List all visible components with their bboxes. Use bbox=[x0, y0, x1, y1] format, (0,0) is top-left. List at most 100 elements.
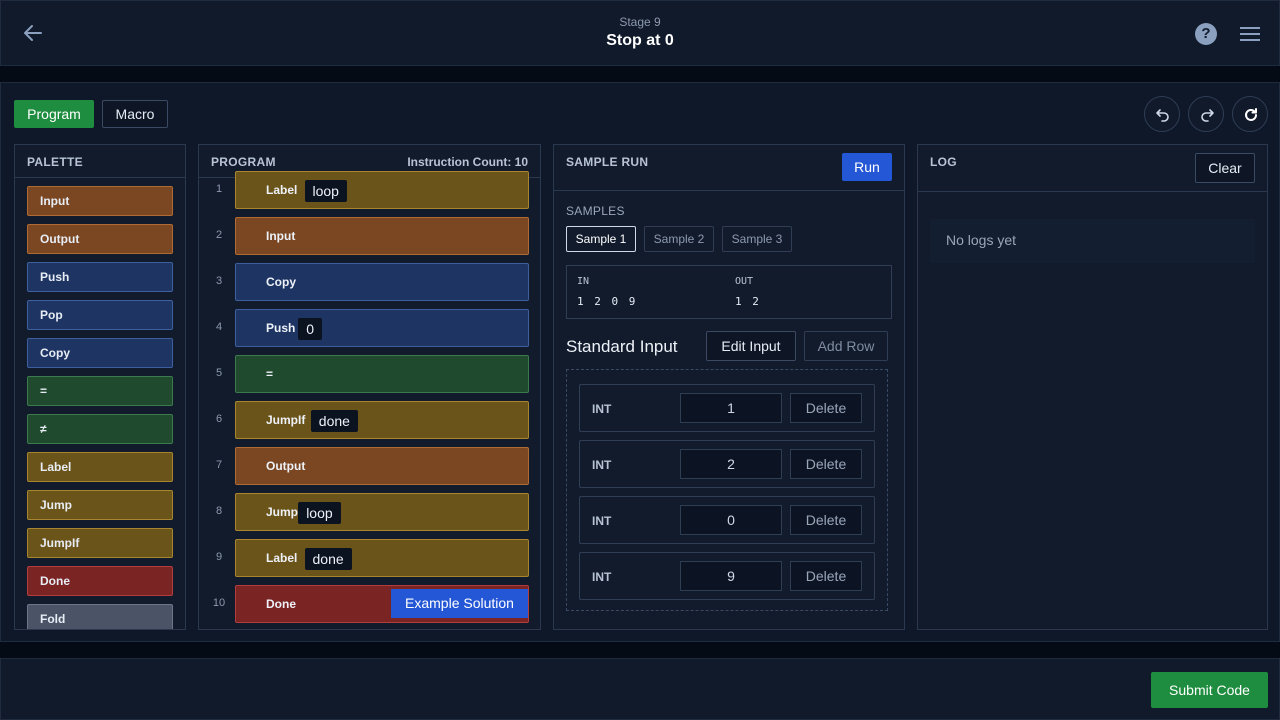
edit-input-button[interactable]: Edit Input bbox=[706, 331, 796, 361]
standard-input-title: Standard Input bbox=[566, 337, 678, 356]
instruction-block[interactable]: Jump loop bbox=[235, 493, 529, 531]
undo-button[interactable] bbox=[1144, 96, 1180, 132]
title-area: Stage 9 Stop at 0 bbox=[1, 15, 1279, 50]
example-solution-button[interactable]: Example Solution bbox=[391, 589, 528, 618]
in-value: 1 2 0 9 bbox=[577, 295, 638, 308]
instruction-block[interactable]: Label done bbox=[235, 539, 529, 577]
instruction-block[interactable]: JumpIf done bbox=[235, 401, 529, 439]
instruction-block[interactable]: Copy bbox=[235, 263, 529, 301]
palette-item[interactable]: Copy bbox=[27, 338, 173, 368]
input-value-field[interactable]: 2 bbox=[680, 449, 782, 479]
tab-sample-1[interactable]: Sample 1 bbox=[566, 226, 636, 252]
clear-log-button[interactable]: Clear bbox=[1195, 153, 1255, 183]
submit-code-button[interactable]: Submit Code bbox=[1151, 672, 1268, 708]
instruction-op: Done bbox=[266, 597, 296, 611]
redo-button[interactable] bbox=[1188, 96, 1224, 132]
input-value-field[interactable]: 1 bbox=[680, 393, 782, 423]
stage-label: Stage 9 bbox=[619, 15, 661, 29]
divider bbox=[918, 191, 1267, 192]
instruction-block[interactable]: Output bbox=[235, 447, 529, 485]
sample-run-title: SAMPLE RUN bbox=[566, 155, 649, 169]
out-value: 1 2 bbox=[735, 295, 761, 308]
instruction-op: Jump bbox=[266, 505, 299, 519]
instruction-block[interactable]: Label loop bbox=[235, 171, 529, 209]
instruction-arg[interactable]: done bbox=[310, 410, 358, 432]
line-number: 7 bbox=[215, 459, 223, 471]
line-number: 8 bbox=[215, 505, 223, 517]
divider bbox=[554, 190, 904, 191]
instruction-count: Instruction Count: 10 bbox=[407, 155, 528, 169]
palette-item[interactable]: Input bbox=[27, 186, 173, 216]
input-row: INT 9 Delete bbox=[579, 552, 875, 600]
delete-row-button[interactable]: Delete bbox=[790, 561, 862, 591]
line-number: 6 bbox=[215, 413, 223, 425]
program-title: PROGRAM bbox=[211, 155, 276, 169]
help-icon[interactable]: ? bbox=[1195, 23, 1217, 45]
palette-item[interactable]: Label bbox=[27, 452, 173, 482]
tab-sample-2[interactable]: Sample 2 bbox=[644, 226, 714, 252]
input-row: INT 1 Delete bbox=[579, 384, 875, 432]
palette-item[interactable]: Done bbox=[27, 566, 173, 596]
log-empty-message: No logs yet bbox=[930, 219, 1255, 263]
palette-item[interactable]: Push bbox=[27, 262, 173, 292]
line-number: 10 bbox=[212, 597, 226, 609]
instruction-op: Output bbox=[266, 459, 306, 473]
out-label: OUT bbox=[735, 276, 754, 287]
palette-item[interactable]: = bbox=[27, 376, 173, 406]
undo-icon bbox=[1156, 109, 1169, 122]
instruction-block[interactable]: = bbox=[235, 355, 529, 393]
workspace: Program Macro PALETTE Input Output Push Pop… bbox=[0, 82, 1280, 642]
palette-title: PALETTE bbox=[27, 155, 83, 169]
palette-item[interactable]: Jump bbox=[27, 490, 173, 520]
refresh-icon bbox=[1245, 108, 1257, 121]
log-title: LOG bbox=[930, 155, 957, 169]
tab-sample-3[interactable]: Sample 3 bbox=[722, 226, 792, 252]
delete-row-button[interactable]: Delete bbox=[790, 505, 862, 535]
instruction-arg[interactable]: 0 bbox=[298, 318, 322, 340]
hamburger-menu-icon[interactable] bbox=[1240, 27, 1260, 41]
run-button[interactable]: Run bbox=[842, 153, 892, 181]
input-row: INT 0 Delete bbox=[579, 496, 875, 544]
instruction-arg[interactable]: loop bbox=[298, 502, 341, 524]
delete-row-button[interactable]: Delete bbox=[790, 449, 862, 479]
palette-item[interactable]: Output bbox=[27, 224, 173, 254]
palette-item[interactable]: Pop bbox=[27, 300, 173, 330]
macro-mode-button[interactable]: Macro bbox=[102, 100, 168, 128]
input-type: INT bbox=[592, 402, 612, 416]
instruction-op: Label bbox=[266, 551, 298, 565]
in-label: IN bbox=[577, 276, 590, 287]
program-mode-button[interactable]: Program bbox=[14, 100, 94, 128]
line-number: 1 bbox=[215, 183, 223, 195]
program-panel: PROGRAM Instruction Count: 10 1 Label loop… bbox=[198, 144, 541, 630]
samples-label: SAMPLES bbox=[566, 204, 625, 218]
divider bbox=[15, 177, 185, 178]
palette-item[interactable]: JumpIf bbox=[27, 528, 173, 558]
line-number: 5 bbox=[215, 367, 223, 379]
instruction-block[interactable]: Input bbox=[235, 217, 529, 255]
instruction-arg[interactable]: done bbox=[304, 548, 352, 570]
line-number: 3 bbox=[215, 275, 223, 287]
top-bar: Stage 9 Stop at 0 ? bbox=[0, 0, 1280, 66]
input-type: INT bbox=[592, 570, 612, 584]
input-type: INT bbox=[592, 458, 612, 472]
instruction-op: Copy bbox=[266, 275, 296, 289]
instruction-op: Label bbox=[266, 183, 298, 197]
line-number: 2 bbox=[215, 229, 223, 241]
line-number: 9 bbox=[215, 551, 223, 563]
sample-io-box: IN 1 2 0 9 OUT 1 2 bbox=[566, 265, 892, 319]
line-number: 4 bbox=[215, 321, 223, 333]
page-title: Stop at 0 bbox=[606, 32, 674, 49]
input-value-field[interactable]: 9 bbox=[680, 561, 782, 591]
delete-row-button[interactable]: Delete bbox=[790, 393, 862, 423]
instruction-op: = bbox=[266, 367, 274, 381]
instruction-op: Input bbox=[266, 229, 296, 243]
instruction-arg[interactable]: loop bbox=[304, 180, 347, 202]
log-panel: LOG Clear No logs yet bbox=[917, 144, 1268, 630]
palette-item[interactable]: ≠ bbox=[27, 414, 173, 444]
add-row-button[interactable]: Add Row bbox=[804, 331, 888, 361]
reset-button[interactable] bbox=[1232, 96, 1268, 132]
instruction-op: JumpIf bbox=[266, 413, 306, 427]
instruction-block[interactable]: Push 0 bbox=[235, 309, 529, 347]
input-value-field[interactable]: 0 bbox=[680, 505, 782, 535]
palette-item[interactable]: Fold bbox=[27, 604, 173, 629]
